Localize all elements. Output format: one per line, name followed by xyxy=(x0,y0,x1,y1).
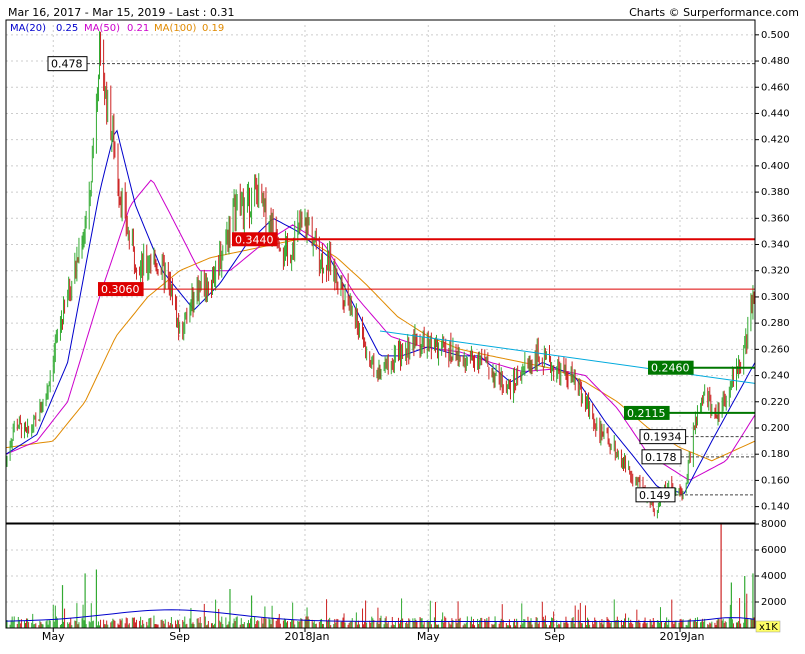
volume-tick-label: 8000 xyxy=(761,519,786,530)
y-tick-label: 0.380 xyxy=(761,187,790,198)
chart-credit: Charts © Surperformance.com xyxy=(629,6,799,19)
support-label: 0.2115 xyxy=(627,407,666,420)
chart-frame xyxy=(5,19,756,629)
resistance-label: 0.3440 xyxy=(235,233,274,246)
reference-label: 0.149 xyxy=(639,489,671,502)
reference-label: 0.1934 xyxy=(643,431,682,444)
y-tick-label: 0.160 xyxy=(761,475,790,486)
legend-ma100-value: 0.19 xyxy=(202,23,224,34)
legend-ma50-value: 0.21 xyxy=(127,23,149,34)
y-tick-label: 0.140 xyxy=(761,502,790,513)
y-tick-label: 0.220 xyxy=(761,397,790,408)
x-tick-label: Sep xyxy=(544,630,565,643)
ma-legend: MA(20) 0.25 MA(50) 0.21 MA(100) 0.19 xyxy=(10,23,224,34)
x-tick-label: Sep xyxy=(169,630,190,643)
y-tick-label: 0.280 xyxy=(761,318,790,329)
volume-tick-label: 2000 xyxy=(761,597,786,608)
y-tick-label: 0.400 xyxy=(761,161,790,172)
support-label: 0.2460 xyxy=(651,362,690,375)
y-tick-label: 0.340 xyxy=(761,240,790,251)
y-tick-label: 0.180 xyxy=(761,449,790,460)
y-tick-label: 0.260 xyxy=(761,344,790,355)
volume-tick-label: 4000 xyxy=(761,571,786,582)
y-tick-label: 0.480 xyxy=(761,56,790,67)
y-tick-label: 0.200 xyxy=(761,423,790,434)
stock-chart: 0.500 0.480 0.460 0.440 0.420 0.400 0.380 0.360… xyxy=(0,0,805,650)
y-tick-label: 0.240 xyxy=(761,371,790,382)
legend-ma20-label: MA(20) xyxy=(10,23,46,34)
volume-unit-label: x1K xyxy=(759,622,778,633)
x-tick-label: 2018Jan xyxy=(285,630,330,643)
y-tick-label: 0.440 xyxy=(761,108,790,119)
y-tick-label: 0.460 xyxy=(761,82,790,93)
date-range-header: Mar 16, 2017 - Mar 15, 2019 - Last : 0.3… xyxy=(8,6,235,19)
reference-label: 0.178 xyxy=(645,451,677,464)
price-panel-frame xyxy=(5,19,756,524)
grid xyxy=(6,25,755,628)
y-tick-label: 0.360 xyxy=(761,213,790,224)
level-labels: 0.478 0.3440 0.3060 0.2460 0.2115 0.1934 0.178… xyxy=(47,56,694,503)
y-tick-label: 0.300 xyxy=(761,292,790,303)
chart-svg: 0.500 0.480 0.460 0.440 0.420 0.400 0.380 0.360… xyxy=(5,6,799,643)
x-tick-label: 2019Jan xyxy=(660,630,705,643)
reference-label: 0.478 xyxy=(51,58,83,71)
legend-ma100-label: MA(100) xyxy=(154,23,196,34)
legend-ma50-label: MA(50) xyxy=(84,23,120,34)
y-tick-label: 0.420 xyxy=(761,135,790,146)
x-tick-label: May xyxy=(42,630,65,643)
y-tick-label: 0.320 xyxy=(761,266,790,277)
volume-tick-label: 6000 xyxy=(761,545,786,556)
legend-ma20-value: 0.25 xyxy=(56,23,78,34)
x-tick-label: May xyxy=(417,630,440,643)
resistance-label: 0.3060 xyxy=(101,283,140,296)
y-tick-label: 0.500 xyxy=(761,30,790,41)
